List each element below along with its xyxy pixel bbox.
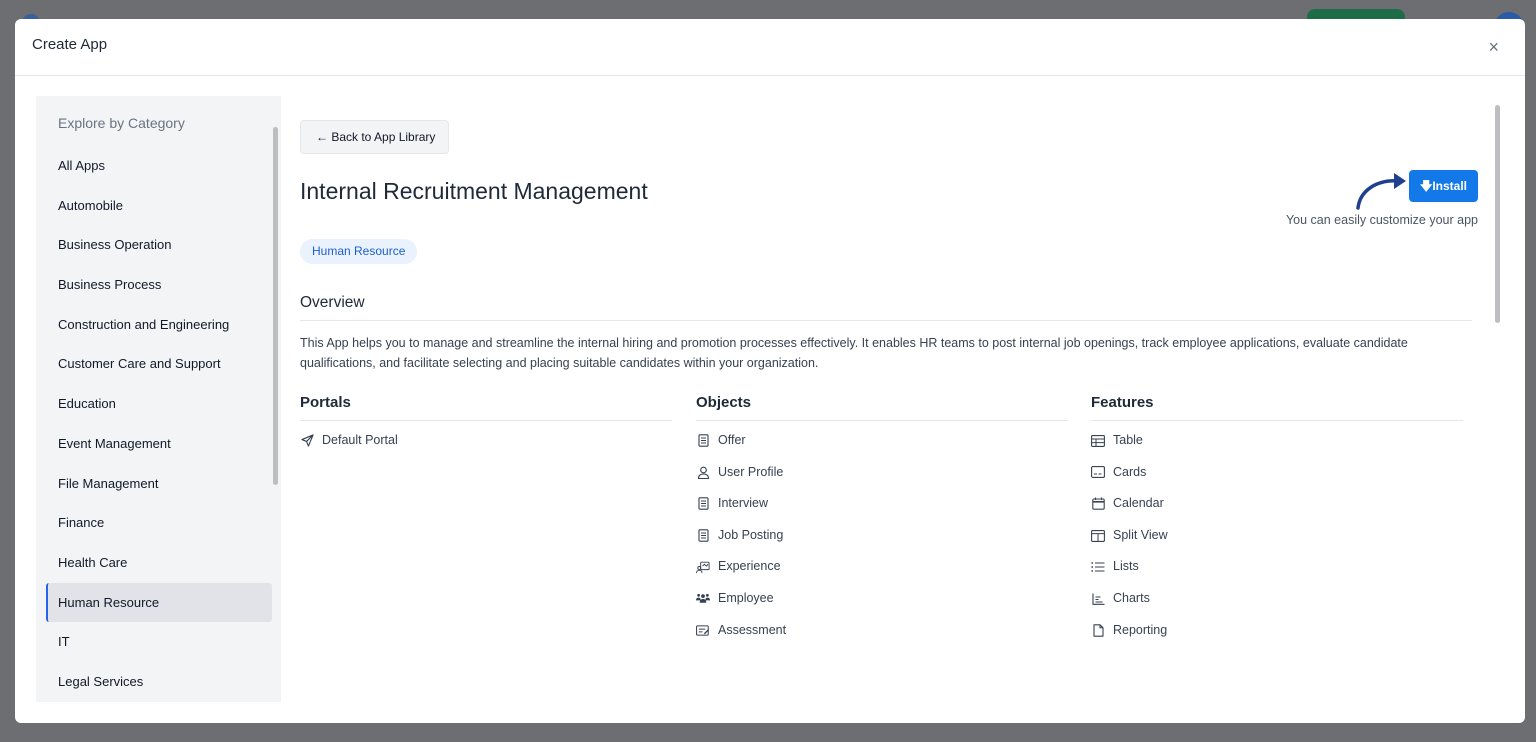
list-item-calendar: Calendar — [1091, 488, 1463, 520]
divider — [300, 320, 1472, 321]
list-item-label: Lists — [1113, 559, 1139, 574]
table-icon — [1091, 434, 1105, 448]
group-icon — [696, 592, 710, 606]
overview-text: This App helps you to manage and streaml… — [300, 336, 1408, 370]
modal-header: Create App × — [15, 19, 1525, 76]
sidebar-scrollbar[interactable] — [273, 127, 278, 485]
download-icon: 🡇 — [1419, 179, 1433, 193]
sidebar-item-health-care[interactable]: Health Care — [36, 543, 272, 583]
split-view-icon — [1091, 529, 1105, 543]
sidebar-item-automobile[interactable]: Automobile — [36, 186, 272, 226]
close-icon[interactable]: × — [1488, 37, 1499, 57]
list-item-reporting: Reporting — [1091, 615, 1463, 647]
category-list: All Apps Automobile Business Operation Busi… — [36, 146, 272, 702]
features-column: Features Table Cards Calendar Split View Lis… — [1091, 394, 1463, 646]
sidebar-item-event-management[interactable]: Event Management — [36, 424, 272, 464]
create-app-modal: Create App × Explore by Category All App… — [15, 19, 1525, 723]
features-heading: Features — [1091, 394, 1154, 411]
portals-list: Default Portal — [300, 425, 672, 457]
sidebar-item-human-resource[interactable]: Human Resource — [46, 582, 272, 623]
sidebar-item-file-management[interactable]: File Management — [36, 464, 272, 504]
list-item-user-profile: User Profile — [696, 457, 1068, 489]
list-item-interview: Interview — [696, 488, 1068, 520]
document-icon — [696, 497, 710, 511]
sidebar-item-customer-care-and-support[interactable]: Customer Care and Support — [36, 344, 272, 384]
sidebar-item-business-process[interactable]: Business Process — [36, 265, 272, 305]
document-icon — [696, 529, 710, 543]
document-icon — [696, 434, 710, 448]
objects-list: Offer User Profile Interview Job Posting Exp… — [696, 425, 1068, 646]
back-to-library-button[interactable]: ← Back to App Library — [300, 120, 450, 154]
sidebar-item-finance[interactable]: Finance — [36, 503, 272, 543]
category-tag: Human Resource — [300, 239, 418, 264]
list-item-label: Table — [1113, 433, 1143, 447]
objects-column: Objects Offer User Profile Interview Job Po… — [696, 394, 1068, 646]
list-item-label: Calendar — [1113, 496, 1164, 511]
list-item-cards: Cards — [1091, 457, 1463, 489]
sidebar-item-it[interactable]: IT — [36, 622, 272, 662]
list-item-table: Table — [1091, 425, 1463, 457]
list-item-lists: Lists — [1091, 551, 1463, 583]
portals-column: Portals Default Portal — [300, 394, 672, 457]
objects-heading: Objects — [696, 394, 752, 411]
list-item-offer: Offer — [696, 425, 1068, 457]
list-item-label: Assessment — [718, 622, 787, 637]
list-item-assessment: Assessment — [696, 615, 1068, 647]
chart-icon — [1091, 592, 1105, 606]
divider — [1091, 420, 1463, 421]
list-item-label: Split View — [1113, 527, 1168, 542]
app-detail: ← Back to App Library Internal Recruitme… — [300, 96, 1490, 722]
list-item-label: Employee — [718, 590, 774, 605]
cards-icon — [1091, 465, 1105, 479]
list-item-label: Cards — [1113, 464, 1147, 479]
content-scrollbar[interactable] — [1495, 105, 1500, 323]
file-icon — [1091, 623, 1105, 637]
divider — [696, 420, 1068, 421]
sidebar-item-legal-services[interactable]: Legal Services — [36, 662, 272, 702]
list-item-job-posting: Job Posting — [696, 520, 1068, 552]
list-icon — [1091, 560, 1105, 574]
list-item-label: User Profile — [718, 464, 784, 479]
list-item-label: Default Portal — [322, 433, 398, 447]
portals-heading: Portals — [300, 394, 351, 411]
sidebar-heading: Explore by Category — [58, 115, 185, 131]
app-title: Internal Recruitment Management — [300, 178, 648, 204]
modal-title: Create App — [32, 36, 108, 53]
send-icon — [300, 434, 314, 448]
sidebar-item-education[interactable]: Education — [36, 384, 272, 424]
features-list: Table Cards Calendar Split View Lists Charts R… — [1091, 425, 1463, 646]
sidebar-item-construction-and-engineering[interactable]: Construction and Engineering — [36, 305, 272, 345]
list-item-split-view: Split View — [1091, 520, 1463, 552]
customize-hint: You can easily customize your app — [1285, 213, 1478, 227]
sidebar-item-business-operation[interactable]: Business Operation — [36, 225, 272, 265]
experience-icon — [696, 560, 710, 574]
list-item-experience: Experience — [696, 551, 1068, 583]
list-item-label: Charts — [1113, 590, 1150, 605]
install-button[interactable]: 🡇Install — [1409, 170, 1478, 202]
annotation-arrow-icon — [1356, 173, 1406, 210]
background-app-bar — [0, 0, 1536, 28]
list-item-label: Interview — [718, 496, 769, 511]
divider — [300, 420, 672, 421]
list-item-employee: Employee — [696, 583, 1068, 615]
list-item-label: Reporting — [1113, 622, 1168, 637]
calendar-icon — [1091, 497, 1105, 511]
list-item-label: Offer — [718, 433, 746, 447]
list-item-default-portal: Default Portal — [300, 425, 672, 457]
list-item-charts: Charts — [1091, 583, 1463, 615]
sidebar-item-all-apps[interactable]: All Apps — [36, 146, 272, 186]
overview-heading: Overview — [300, 294, 365, 311]
assessment-icon — [696, 623, 710, 637]
list-item-label: Job Posting — [718, 527, 784, 542]
category-sidebar: Explore by Category All Apps Automobile Bu… — [36, 96, 281, 702]
list-item-label: Experience — [718, 559, 781, 574]
user-icon — [696, 465, 710, 479]
